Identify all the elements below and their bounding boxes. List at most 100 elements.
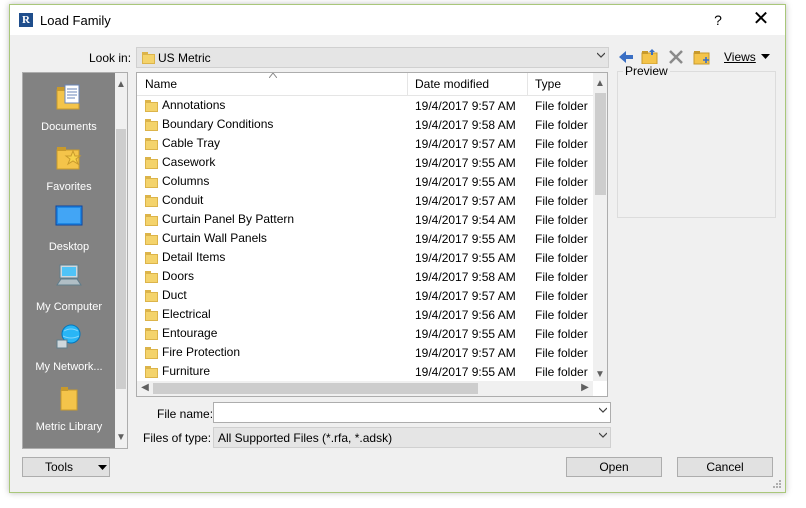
file-name-text: Conduit bbox=[162, 193, 204, 207]
place-metric-library[interactable]: Metric Library bbox=[23, 378, 115, 436]
place-my-network[interactable]: My Network... bbox=[23, 318, 115, 376]
folder-icon bbox=[145, 346, 158, 359]
column-header-type[interactable]: Type bbox=[535, 77, 561, 91]
file-name-combo[interactable] bbox=[213, 402, 611, 423]
file-row[interactable]: Duct 19/4/2017 9:57 AM File folder bbox=[137, 286, 593, 305]
file-row[interactable]: Furniture 19/4/2017 9:55 AM File folder bbox=[137, 362, 593, 381]
views-label: Views bbox=[724, 50, 756, 64]
place-favorites[interactable]: Favorites bbox=[23, 138, 115, 196]
file-name-cell: Casework bbox=[145, 155, 215, 169]
file-date-cell: 19/4/2017 9:57 AM bbox=[415, 194, 516, 208]
file-date-cell: 19/4/2017 9:56 AM bbox=[415, 308, 516, 322]
scroll-up-arrow-icon[interactable]: ▲ bbox=[115, 79, 127, 91]
file-name-text: Cable Tray bbox=[162, 136, 221, 150]
file-type-cell: File folder bbox=[535, 308, 588, 322]
file-row[interactable]: Boundary Conditions 19/4/2017 9:58 AM File… bbox=[137, 115, 593, 134]
look-in-value: US Metric bbox=[158, 51, 211, 65]
file-date-cell: 19/4/2017 9:55 AM bbox=[415, 327, 516, 341]
tools-button[interactable]: Tools bbox=[22, 457, 110, 477]
look-in-combo[interactable]: US Metric bbox=[136, 47, 609, 68]
file-row[interactable]: Curtain Panel By Pattern 19/4/2017 9:54 A… bbox=[137, 210, 593, 229]
help-button[interactable]: ? bbox=[710, 11, 726, 29]
column-separator[interactable] bbox=[407, 73, 408, 95]
folder-icon bbox=[145, 251, 158, 264]
folder-icon bbox=[145, 156, 158, 169]
file-name-text: Furniture bbox=[162, 364, 211, 378]
file-date-cell: 19/4/2017 9:58 AM bbox=[415, 270, 516, 284]
column-header-name[interactable]: Name bbox=[145, 77, 177, 91]
open-button[interactable]: Open bbox=[566, 457, 662, 477]
file-row[interactable]: Detail Items 19/4/2017 9:55 AM File folder bbox=[137, 248, 593, 267]
vertical-scroll-thumb[interactable] bbox=[595, 93, 606, 195]
file-row[interactable]: Cable Tray 19/4/2017 9:57 AM File folder bbox=[137, 134, 593, 153]
desktop-icon bbox=[55, 205, 83, 226]
dialog-title: Load Family bbox=[40, 13, 111, 28]
file-row[interactable]: Columns 19/4/2017 9:55 AM File folder bbox=[137, 172, 593, 191]
cancel-button[interactable]: Cancel bbox=[677, 457, 773, 477]
file-name-cell: Entourage bbox=[145, 326, 217, 340]
column-header-date[interactable]: Date modified bbox=[415, 77, 489, 91]
column-separator[interactable] bbox=[527, 73, 528, 95]
chevron-down-icon bbox=[599, 432, 607, 438]
file-row[interactable]: Entourage 19/4/2017 9:55 AM File folder bbox=[137, 324, 593, 343]
file-row[interactable]: Annotations 19/4/2017 9:57 AM File folder bbox=[137, 96, 593, 115]
file-type-cell: File folder bbox=[535, 289, 588, 303]
file-type-cell: File folder bbox=[535, 365, 588, 379]
place-desktop[interactable]: Desktop bbox=[23, 198, 115, 256]
file-row[interactable]: Doors 19/4/2017 9:58 AM File folder bbox=[137, 267, 593, 286]
delete-icon[interactable] bbox=[667, 48, 685, 66]
file-name-text: Casework bbox=[162, 155, 216, 169]
file-date-cell: 19/4/2017 9:57 AM bbox=[415, 99, 516, 113]
file-name-cell: Columns bbox=[145, 174, 209, 188]
place-documents[interactable]: Documents bbox=[23, 78, 115, 136]
folder-icon bbox=[145, 137, 158, 150]
folder-icon bbox=[145, 289, 158, 302]
scroll-left-arrow-icon[interactable]: ◀ bbox=[139, 382, 151, 394]
file-row[interactable]: Conduit 19/4/2017 9:57 AM File folder bbox=[137, 191, 593, 210]
places-scroll-thumb[interactable] bbox=[116, 129, 126, 389]
horizontal-scrollbar[interactable]: ◀ ▶ bbox=[137, 381, 593, 396]
place-my-computer[interactable]: My Computer bbox=[23, 258, 115, 316]
file-list: Name Date modified Type Annotations 19/4/… bbox=[136, 72, 608, 397]
file-row[interactable]: Curtain Wall Panels 19/4/2017 9:55 AM File… bbox=[137, 229, 593, 248]
scroll-down-arrow-icon[interactable]: ▼ bbox=[594, 369, 606, 381]
file-row[interactable]: Fire Protection 19/4/2017 9:57 AM File fol… bbox=[137, 343, 593, 362]
folder-icon bbox=[60, 387, 78, 411]
file-name-cell: Furniture bbox=[145, 364, 210, 378]
new-folder-icon[interactable] bbox=[693, 48, 711, 66]
close-button[interactable]: ✕ bbox=[752, 9, 770, 30]
favorites-icon bbox=[56, 147, 82, 170]
file-row[interactable]: Electrical 19/4/2017 9:56 AM File folder bbox=[137, 305, 593, 324]
file-date-cell: 19/4/2017 9:57 AM bbox=[415, 289, 516, 303]
file-name-text: Boundary Conditions bbox=[162, 117, 274, 131]
scroll-down-arrow-icon[interactable]: ▼ bbox=[115, 432, 127, 444]
file-name-text: Doors bbox=[162, 269, 195, 283]
file-type-combo[interactable]: All Supported Files (*.rfa, *.adsk) bbox=[213, 427, 611, 448]
file-row[interactable]: Casework 19/4/2017 9:55 AM File folder bbox=[137, 153, 593, 172]
file-name-text: Curtain Panel By Pattern bbox=[162, 212, 295, 226]
file-name-cell: Boundary Conditions bbox=[145, 117, 273, 131]
folder-icon bbox=[145, 270, 158, 283]
revit-app-icon: R bbox=[19, 13, 33, 27]
resize-grip-icon[interactable] bbox=[772, 479, 782, 489]
documents-icon bbox=[56, 84, 80, 110]
preview-label: Preview bbox=[623, 64, 670, 78]
file-type-cell: File folder bbox=[535, 156, 588, 170]
file-name-cell: Electrical bbox=[145, 307, 211, 321]
places-bar: Documents Favorites Desktop My Computer … bbox=[22, 72, 128, 449]
views-menu-button[interactable]: Views bbox=[722, 49, 774, 65]
scroll-right-arrow-icon[interactable]: ▶ bbox=[579, 382, 591, 394]
vertical-scrollbar[interactable]: ▲ ▼ bbox=[593, 73, 607, 381]
scroll-up-arrow-icon[interactable]: ▲ bbox=[594, 78, 606, 90]
places-scrollbar[interactable]: ▲ ▼ bbox=[115, 73, 127, 448]
file-date-cell: 19/4/2017 9:55 AM bbox=[415, 365, 516, 379]
file-name-cell: Doors bbox=[145, 269, 194, 283]
horizontal-scroll-thumb[interactable] bbox=[153, 383, 478, 394]
chevron-down-icon bbox=[98, 465, 107, 470]
file-name-text: Curtain Wall Panels bbox=[162, 231, 267, 245]
file-name-cell: Cable Tray bbox=[145, 136, 220, 150]
file-type-cell: File folder bbox=[535, 346, 588, 360]
file-name-cell: Curtain Wall Panels bbox=[145, 231, 267, 245]
sort-ascending-icon bbox=[269, 73, 277, 78]
tools-label: Tools bbox=[45, 460, 74, 474]
